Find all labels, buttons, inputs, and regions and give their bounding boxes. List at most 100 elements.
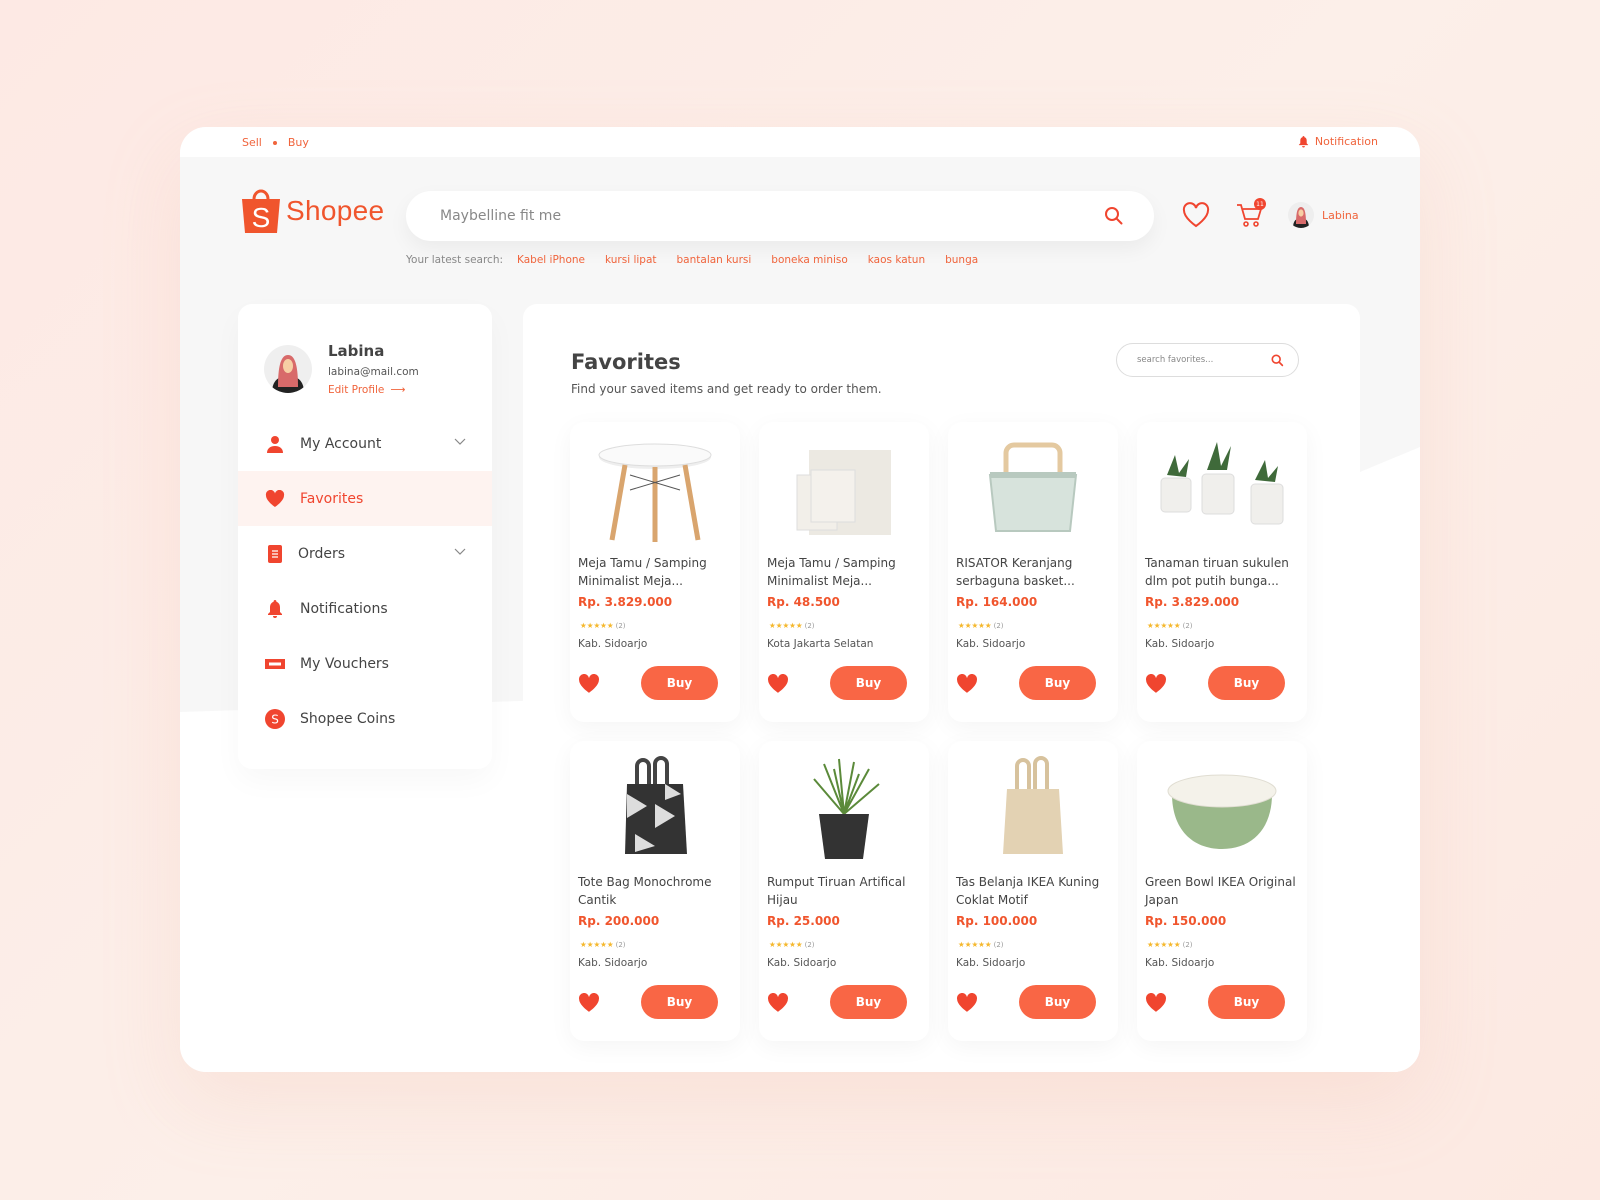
product-card[interactable]: Tote Bag Monochrome Cantik Rp. 200.000 ★… [570, 741, 740, 1041]
sidebar-item-label: Orders [298, 545, 346, 562]
product-title[interactable]: RISATOR Keranjang serbaguna basket... [956, 554, 1114, 590]
favorite-heart-icon[interactable] [578, 993, 600, 1013]
svg-text:S: S [271, 712, 279, 726]
product-image[interactable] [769, 430, 919, 550]
heart-outline-icon [1182, 202, 1210, 228]
favorite-heart-icon[interactable] [956, 993, 978, 1013]
latest-search-item[interactable]: Kabel iPhone [517, 254, 585, 266]
buy-button[interactable]: Buy [1019, 985, 1096, 1019]
chevron-down-icon[interactable] [454, 548, 466, 556]
favorite-heart-icon[interactable] [956, 674, 978, 694]
buy-button[interactable]: Buy [1208, 985, 1285, 1019]
product-image[interactable] [580, 430, 730, 550]
latest-search-item[interactable]: bantalan kursi [677, 254, 752, 266]
page-subtitle: Find your saved items and get ready to o… [571, 382, 882, 396]
latest-search-item[interactable]: boneka miniso [771, 254, 847, 266]
product-card[interactable]: Meja Tamu / Samping Minimalist Meja... R… [570, 422, 740, 722]
product-price: Rp. 100.000 [956, 914, 1038, 928]
arrow-right-icon: ⟶ [390, 384, 406, 396]
latest-search-item[interactable]: kaos katun [868, 254, 925, 266]
rating-count: (2) [993, 940, 1004, 949]
product-card[interactable]: Green Bowl IKEA Original Japan Rp. 150.0… [1137, 741, 1307, 1041]
product-rating: ★★★★★ (2) [958, 621, 1004, 630]
favorites-button[interactable] [1180, 199, 1212, 231]
latest-search-item[interactable]: bunga [945, 254, 978, 266]
stars-icon: ★★★★★ [958, 940, 992, 949]
rating-count: (2) [993, 621, 1004, 630]
favorites-search-input[interactable] [1137, 355, 1271, 365]
search-icon[interactable] [1104, 206, 1124, 226]
user-menu[interactable]: Labina [1288, 202, 1359, 228]
chevron-down-icon[interactable] [454, 438, 466, 446]
product-image[interactable] [958, 430, 1108, 550]
edit-profile-link[interactable]: Edit Profile ⟶ [328, 384, 419, 396]
product-location: Kab. Sidoarjo [956, 638, 1026, 650]
favorites-search[interactable] [1116, 343, 1299, 377]
profile-email: labina@mail.com [328, 366, 419, 378]
shopee-logo[interactable]: S Shopee [240, 187, 384, 235]
product-location: Kota Jakarta Selatan [767, 638, 874, 650]
buy-button[interactable]: Buy [641, 666, 718, 700]
account-sidebar: Labina labina@mail.com Edit Profile ⟶ My… [238, 304, 492, 769]
cart-button[interactable]: 11 [1234, 198, 1266, 231]
favorite-heart-icon[interactable] [767, 993, 789, 1013]
voucher-icon [264, 653, 286, 675]
buy-button[interactable]: Buy [641, 985, 718, 1019]
product-image[interactable] [580, 749, 730, 869]
header-actions: 11 Labina [1180, 198, 1359, 231]
buy-link[interactable]: Buy [288, 136, 309, 149]
sell-link[interactable]: Sell [242, 136, 262, 149]
product-card[interactable]: RISATOR Keranjang serbaguna basket... Rp… [948, 422, 1118, 722]
product-card[interactable]: Tanaman tiruan sukulen dlm pot putih bun… [1137, 422, 1307, 722]
buy-button[interactable]: Buy [1208, 666, 1285, 700]
search-icon[interactable] [1271, 353, 1284, 367]
user-name: Labina [1322, 208, 1359, 222]
stars-icon: ★★★★★ [958, 621, 992, 630]
favorite-heart-icon[interactable] [1145, 674, 1167, 694]
bell-icon [1298, 136, 1308, 148]
product-title[interactable]: Tanaman tiruan sukulen dlm pot putih bun… [1145, 554, 1303, 590]
sidebar-item-shopee-coins[interactable]: S Shopee Coins [238, 691, 492, 746]
buy-button[interactable]: Buy [1019, 666, 1096, 700]
heart-icon [264, 488, 286, 510]
product-image[interactable] [1147, 430, 1297, 550]
latest-search-item[interactable]: kursi lipat [605, 254, 657, 266]
search-input[interactable] [440, 208, 1104, 224]
sidebar-item-label: My Account [300, 435, 382, 452]
buy-button[interactable]: Buy [830, 666, 907, 700]
favorite-heart-icon[interactable] [1145, 993, 1167, 1013]
product-title[interactable]: Meja Tamu / Samping Minimalist Meja... [767, 554, 925, 590]
sidebar-item-my-account[interactable]: My Account [238, 416, 492, 471]
profile-summary: Labina labina@mail.com Edit Profile ⟶ [264, 342, 419, 396]
product-card[interactable]: Rumput Tiruan Artifical Hijau Rp. 25.000… [759, 741, 929, 1041]
notification-link[interactable]: Notification [1298, 135, 1378, 148]
sidebar-item-notifications[interactable]: Notifications [238, 581, 492, 636]
buy-button[interactable]: Buy [830, 985, 907, 1019]
sidebar-item-my-vouchers[interactable]: My Vouchers [238, 636, 492, 691]
product-card[interactable]: Meja Tamu / Samping Minimalist Meja... R… [759, 422, 929, 722]
product-price: Rp. 150.000 [1145, 914, 1227, 928]
sidebar-item-orders[interactable]: Orders [238, 526, 492, 581]
search-bar[interactable] [406, 191, 1154, 241]
product-title[interactable]: Rumput Tiruan Artifical Hijau [767, 873, 925, 909]
product-title[interactable]: Tote Bag Monochrome Cantik [578, 873, 736, 909]
product-image[interactable] [1147, 749, 1297, 869]
sidebar-item-favorites[interactable]: Favorites [238, 471, 492, 526]
product-title[interactable]: Green Bowl IKEA Original Japan [1145, 873, 1303, 909]
bell-icon [264, 598, 286, 620]
favorite-heart-icon[interactable] [767, 674, 789, 694]
product-price: Rp. 3.829.000 [578, 595, 673, 609]
separator-dot [272, 140, 277, 145]
product-title[interactable]: Tas Belanja IKEA Kuning Coklat Motif [956, 873, 1114, 909]
product-title[interactable]: Meja Tamu / Samping Minimalist Meja... [578, 554, 736, 590]
profile-name: Labina [328, 342, 385, 360]
product-image[interactable] [769, 749, 919, 869]
product-location: Kab. Sidoarjo [1145, 638, 1215, 650]
background-shape [1360, 447, 1420, 1072]
product-card[interactable]: Tas Belanja IKEA Kuning Coklat Motif Rp.… [948, 741, 1118, 1041]
product-rating: ★★★★★ (2) [580, 940, 626, 949]
product-image[interactable] [958, 749, 1108, 869]
product-rating: ★★★★★ (2) [580, 621, 626, 630]
favorite-heart-icon[interactable] [578, 674, 600, 694]
product-rating: ★★★★★ (2) [769, 621, 815, 630]
